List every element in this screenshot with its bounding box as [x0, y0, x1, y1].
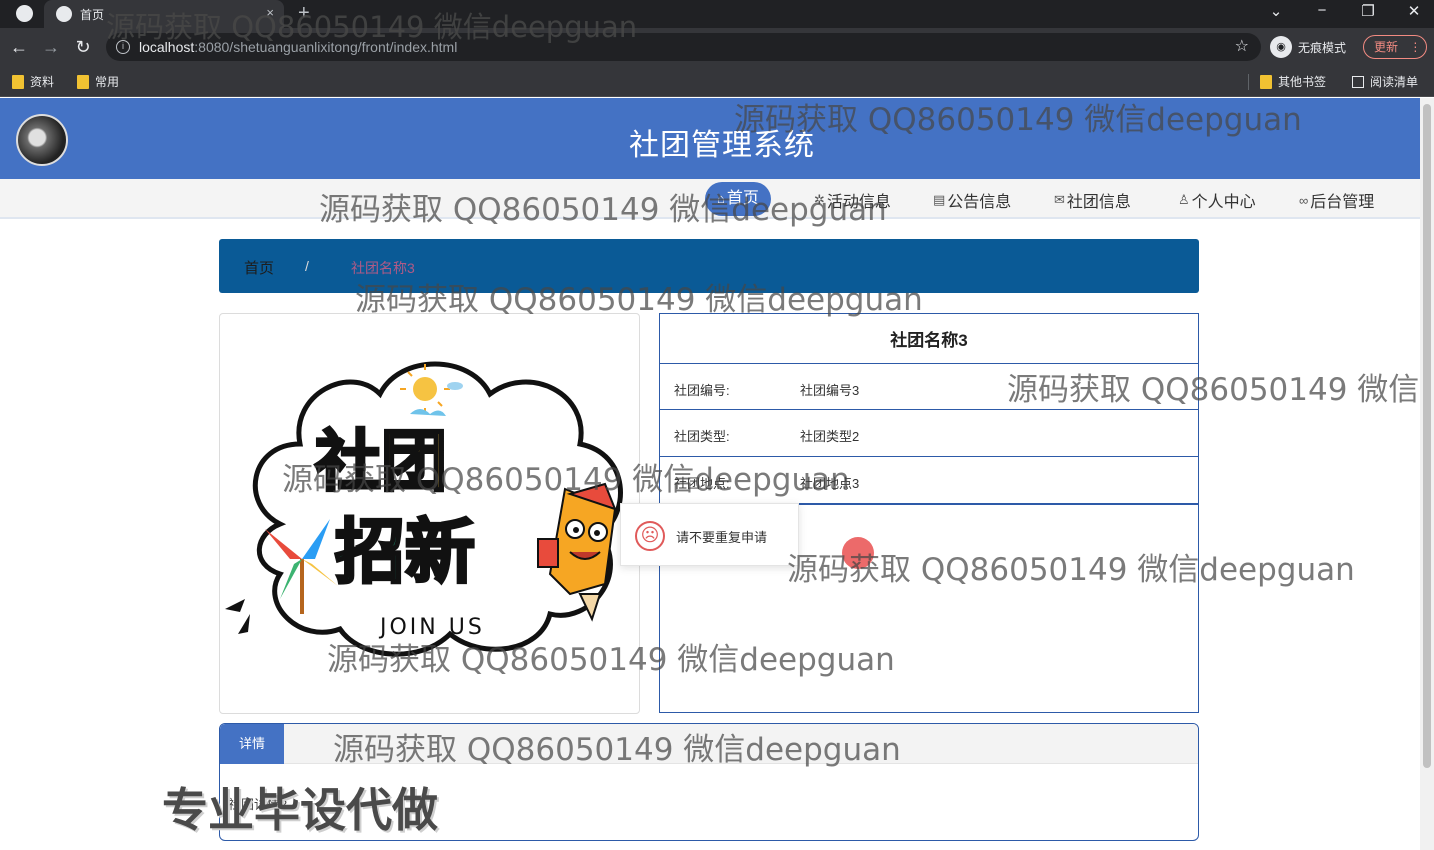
- detail-tab-bar: 详情: [220, 724, 1198, 764]
- menu-dots-icon: ⋮: [1409, 40, 1422, 54]
- bookmark-separator: [1248, 74, 1249, 90]
- browser-tab[interactable]: 首页 ×: [44, 0, 284, 28]
- nav-item-profile[interactable]: ♙ 个人中心: [1178, 188, 1256, 212]
- field-value: 社团编号3: [800, 383, 860, 398]
- tab-search-icon[interactable]: ⌄: [1261, 2, 1291, 20]
- main-nav: ⌂ 首页 ✲ 活动信息 ▤ 公告信息 ✉ 社团信息 ♙ 个人中心 ∞ 后台管理: [0, 179, 1420, 219]
- update-button[interactable]: 更新 ⋮: [1363, 35, 1427, 59]
- field-label: 社团类型:: [674, 429, 730, 444]
- sad-face-icon: ☹: [635, 521, 665, 551]
- site-header: 社团管理系统: [0, 98, 1420, 179]
- page-scrollbar[interactable]: [1420, 98, 1434, 850]
- mail-icon: ✉: [1054, 192, 1065, 207]
- toast-text: 请不要重复申请: [676, 530, 768, 545]
- poster-line-2: 招新: [335, 511, 475, 593]
- poster-tagline: JOIN US: [378, 615, 485, 640]
- window-close-icon[interactable]: ✕: [1399, 2, 1429, 20]
- bookmark-folder-changyong[interactable]: 常用: [77, 73, 119, 90]
- home-icon: ⌂: [717, 191, 725, 206]
- restore-icon[interactable]: ❐: [1353, 2, 1383, 20]
- folder-icon: [77, 74, 89, 89]
- reading-list[interactable]: 阅读清单: [1352, 73, 1418, 90]
- apply-button[interactable]: [842, 537, 874, 569]
- bookmark-folder-ziliao[interactable]: 资料: [12, 73, 54, 90]
- notice-icon: ▤: [933, 192, 946, 207]
- field-label: 社团地点:: [674, 476, 730, 491]
- back-icon[interactable]: ←: [8, 36, 30, 58]
- watermark-banner: 专业毕设代做: [162, 784, 438, 836]
- reading-list-icon: [1352, 75, 1364, 88]
- breadcrumb-separator: /: [305, 258, 309, 274]
- toast-message: ☹ 请不要重复申请: [620, 503, 799, 566]
- nav-item-clubs[interactable]: ✉ 社团信息: [1054, 188, 1131, 212]
- incognito-indicator[interactable]: ◉ 无痕模式: [1270, 35, 1346, 59]
- info-row-code: 社团编号: 社团编号3: [660, 363, 1198, 410]
- tab-title: 首页: [80, 8, 105, 22]
- scrollbar-thumb[interactable]: [1423, 104, 1431, 768]
- folder-icon: [12, 74, 24, 89]
- info-row-type: 社团类型: 社团类型2: [660, 410, 1198, 457]
- incognito-label: 无痕模式: [1298, 40, 1347, 55]
- nav-item-home[interactable]: ⌂ 首页: [705, 182, 771, 216]
- club-image: 社团 招新 JOIN US: [219, 313, 640, 714]
- browser-tab-bar: 首页 × + ⌄ − ❐ ✕: [0, 0, 1434, 28]
- globe-icon[interactable]: [16, 5, 33, 22]
- incognito-icon: ◉: [1270, 36, 1292, 58]
- club-name-title: 社团名称3: [890, 331, 968, 350]
- other-bookmarks[interactable]: 其他书签: [1260, 73, 1326, 90]
- poster-line-1: 社团: [315, 423, 447, 500]
- nav-item-notices[interactable]: ▤ 公告信息: [933, 188, 1011, 212]
- close-icon[interactable]: ×: [266, 5, 274, 20]
- page-content: 社团管理系统 ⌂ 首页 ✲ 活动信息 ▤ 公告信息 ✉ 社团信息 ♙ 个人中心 ∞ 后台管理…: [0, 98, 1420, 850]
- nav-item-admin[interactable]: ∞ 后台管理: [1299, 188, 1374, 212]
- minimize-icon[interactable]: −: [1307, 2, 1337, 19]
- forward-icon[interactable]: →: [40, 36, 62, 58]
- folder-icon: [1260, 74, 1272, 89]
- bookmarks-bar: 资料 常用 其他书签 阅读清单: [0, 66, 1434, 97]
- browser-toolbar: ← → ↻ i localhost:8080/shetuanguanlixito…: [0, 28, 1434, 66]
- user-icon: ♙: [1178, 192, 1190, 207]
- address-bar[interactable]: i localhost:8080/shetuanguanlixitong/fro…: [106, 33, 1261, 61]
- url-text[interactable]: localhost:8080/shetuanguanlixitong/front…: [139, 39, 457, 55]
- breadcrumb: 首页 / 社团名称3: [219, 239, 1199, 293]
- field-label: 社团编号:: [674, 383, 730, 398]
- tab-favicon-icon: [56, 6, 72, 22]
- site-title: 社团管理系统: [629, 129, 815, 162]
- tab-detail[interactable]: 详情: [220, 724, 284, 764]
- reload-icon[interactable]: ↻: [72, 36, 94, 58]
- new-tab-icon[interactable]: +: [298, 2, 310, 25]
- breadcrumb-current: 社团名称3: [351, 260, 415, 276]
- site-info-icon[interactable]: i: [116, 40, 130, 54]
- info-row-location: 社团地点: 社团地点3: [660, 457, 1198, 504]
- bookmark-star-icon[interactable]: ☆: [1235, 36, 1249, 56]
- link-icon: ∞: [1299, 192, 1309, 208]
- field-value: 社团地点3: [800, 476, 860, 491]
- field-value: 社团类型2: [800, 429, 860, 444]
- activity-icon: ✲: [814, 192, 825, 207]
- nav-item-activities[interactable]: ✲ 活动信息: [814, 188, 891, 212]
- breadcrumb-home[interactable]: 首页: [244, 257, 274, 278]
- recruitment-poster-image: 社团 招新 JOIN US: [225, 361, 623, 657]
